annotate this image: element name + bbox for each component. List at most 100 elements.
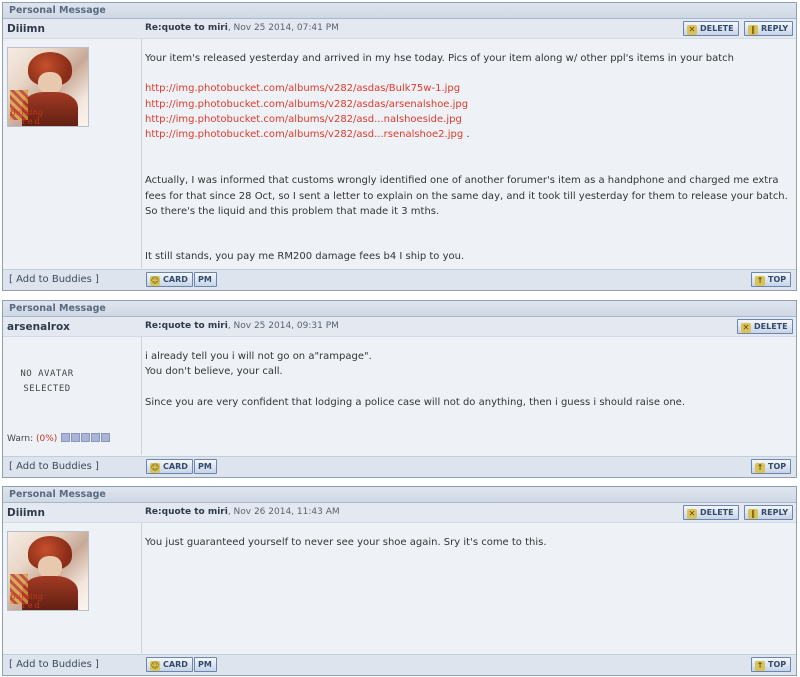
warn-bar-segment [91,433,101,442]
delete-icon: ✕ [741,323,751,333]
arrow-up-icon: ↑ [755,276,765,286]
post-subject: Re:quote to miri, Nov 25 2014, 09:31 PM [145,321,339,331]
delete-label: DELETE [700,508,734,517]
no-avatar-text: NO AVATAR [20,369,74,379]
warn-level: Warn: (0%) [7,433,111,444]
pm-header: Personal Message [3,487,796,503]
top-label: TOP [768,275,787,284]
author-name[interactable]: arsenalrox [7,321,70,333]
top-button[interactable]: ↑ TOP [751,459,792,474]
warn-bar-segment [61,433,71,442]
body-paragraph: Actually, I was informed that customs wr… [145,175,788,218]
photo-link[interactable]: http://img.photobucket.com/albums/v282/a… [145,81,788,96]
post-date: , Nov 25 2014, 07:41 PM [227,23,339,33]
delete-icon: ✕ [687,25,697,35]
author-name[interactable]: Diiimn [7,23,45,35]
author-info: Burning red [3,523,142,653]
avatar: Burning red [7,531,89,611]
delete-label: DELETE [754,322,788,331]
reply-label: REPLY [761,508,789,517]
user-card-icon: ☺ [150,661,160,671]
no-avatar-text-2: SELECTED [23,384,71,394]
avatar-face [38,556,62,578]
post-footer: [ Add to Buddies ] ☺ CARD PM ↑ TOP [3,456,796,477]
arrow-up-icon: ↑ [755,463,765,473]
photo-link[interactable]: http://img.photobucket.com/albums/v282/a… [145,127,788,142]
post-footer: [ Add to Buddies ] ☺ CARD PM ↑ TOP [3,269,796,290]
subject-title: Re:quote to miri [145,23,228,33]
delete-icon: ✕ [687,509,697,519]
avatar-logo-text: Burning [10,108,43,117]
delete-button[interactable]: ✕ DELETE [683,505,739,520]
arrow-up-icon: ↑ [755,661,765,671]
pm-header: Personal Message [3,3,796,19]
post-body: You just guaranteed yourself to never se… [145,535,788,550]
top-button[interactable]: ↑ TOP [751,272,792,287]
card-button[interactable]: ☺ CARD [146,459,193,474]
reply-label: REPLY [761,24,789,33]
warn-bar-segment [71,433,81,442]
pm-button[interactable]: PM [194,657,217,672]
top-button[interactable]: ↑ TOP [751,657,792,672]
post-date: , Nov 26 2014, 11:43 AM [227,507,340,517]
reply-icon: ‖ [748,509,758,519]
card-label: CARD [163,462,188,471]
avatar-logo-text-2: red [22,601,42,610]
body-line: You just guaranteed yourself to never se… [145,537,547,548]
top-label: TOP [768,660,787,669]
author-name[interactable]: Diiimn [7,507,45,519]
reply-button[interactable]: ‖ REPLY [744,21,794,36]
card-label: CARD [163,660,188,669]
avatar: Burning red [7,47,89,127]
pm-post-3: Personal Message Diiimn Re:quote to miri… [2,486,797,676]
warn-percent[interactable]: (0%) [36,434,57,444]
pm-post-1: Personal Message Diiimn Re:quote to miri… [2,2,797,291]
no-avatar-placeholder: NO AVATAR SELECTED [17,367,77,397]
pm-header: Personal Message [3,301,796,317]
body-line: Since you are very confident that lodgin… [145,396,685,408]
pm-button[interactable]: PM [194,459,217,474]
add-to-buddies-link[interactable]: [ Add to Buddies ] [9,461,99,472]
card-button[interactable]: ☺ CARD [146,272,193,287]
photo-link[interactable]: http://img.photobucket.com/albums/v282/a… [145,97,788,112]
warn-label: Warn: [7,434,36,444]
reply-button[interactable]: ‖ REPLY [744,505,794,520]
post-toprow: arsenalrox Re:quote to miri, Nov 25 2014… [3,317,796,337]
body-paragraph: Your item's released yesterday and arriv… [145,53,734,64]
pm-post-2: Personal Message arsenalrox Re:quote to … [2,300,797,478]
card-button[interactable]: ☺ CARD [146,657,193,672]
photo-link-text[interactable]: http://img.photobucket.com/albums/v282/a… [145,129,463,140]
delete-button[interactable]: ✕ DELETE [737,319,793,334]
avatar-logo-text: Burning [10,592,43,601]
avatar-logo-text-2: red [22,117,42,126]
user-card-icon: ☺ [150,463,160,473]
card-label: CARD [163,275,188,284]
subject-title: Re:quote to miri [145,321,228,331]
pm-button[interactable]: PM [194,272,217,287]
post-date: , Nov 25 2014, 09:31 PM [227,321,339,331]
subject-title: Re:quote to miri [145,507,228,517]
warn-bar-segment [101,433,111,442]
warn-bar-segment [81,433,91,442]
post-subject: Re:quote to miri, Nov 26 2014, 11:43 AM [145,507,340,517]
link-suffix: . [463,129,470,141]
body-paragraph: It still stands, you pay me RM200 damage… [145,251,465,263]
author-info: NO AVATAR SELECTED Warn: (0%) [3,337,142,455]
add-to-buddies-link[interactable]: [ Add to Buddies ] [9,274,99,285]
post-toprow: Diiimn Re:quote to miri, Nov 26 2014, 11… [3,503,796,523]
pm-label: PM [198,462,212,471]
pm-label: PM [198,660,212,669]
post-toprow: Diiimn Re:quote to miri, Nov 25 2014, 07… [3,19,796,39]
delete-button[interactable]: ✕ DELETE [683,21,739,36]
photo-link-text[interactable]: http://img.photobucket.com/albums/v282/a… [145,114,462,125]
post-footer: [ Add to Buddies ] ☺ CARD PM ↑ TOP [3,654,796,675]
photo-link[interactable]: http://img.photobucket.com/albums/v282/a… [145,112,788,127]
delete-label: DELETE [700,24,734,33]
photo-link-text[interactable]: http://img.photobucket.com/albums/v282/a… [145,83,460,94]
add-to-buddies-link[interactable]: [ Add to Buddies ] [9,659,99,670]
reply-icon: ‖ [748,25,758,35]
author-info: Burning red [3,39,142,268]
photo-link-text[interactable]: http://img.photobucket.com/albums/v282/a… [145,99,468,110]
top-label: TOP [768,462,787,471]
pm-label: PM [198,275,212,284]
